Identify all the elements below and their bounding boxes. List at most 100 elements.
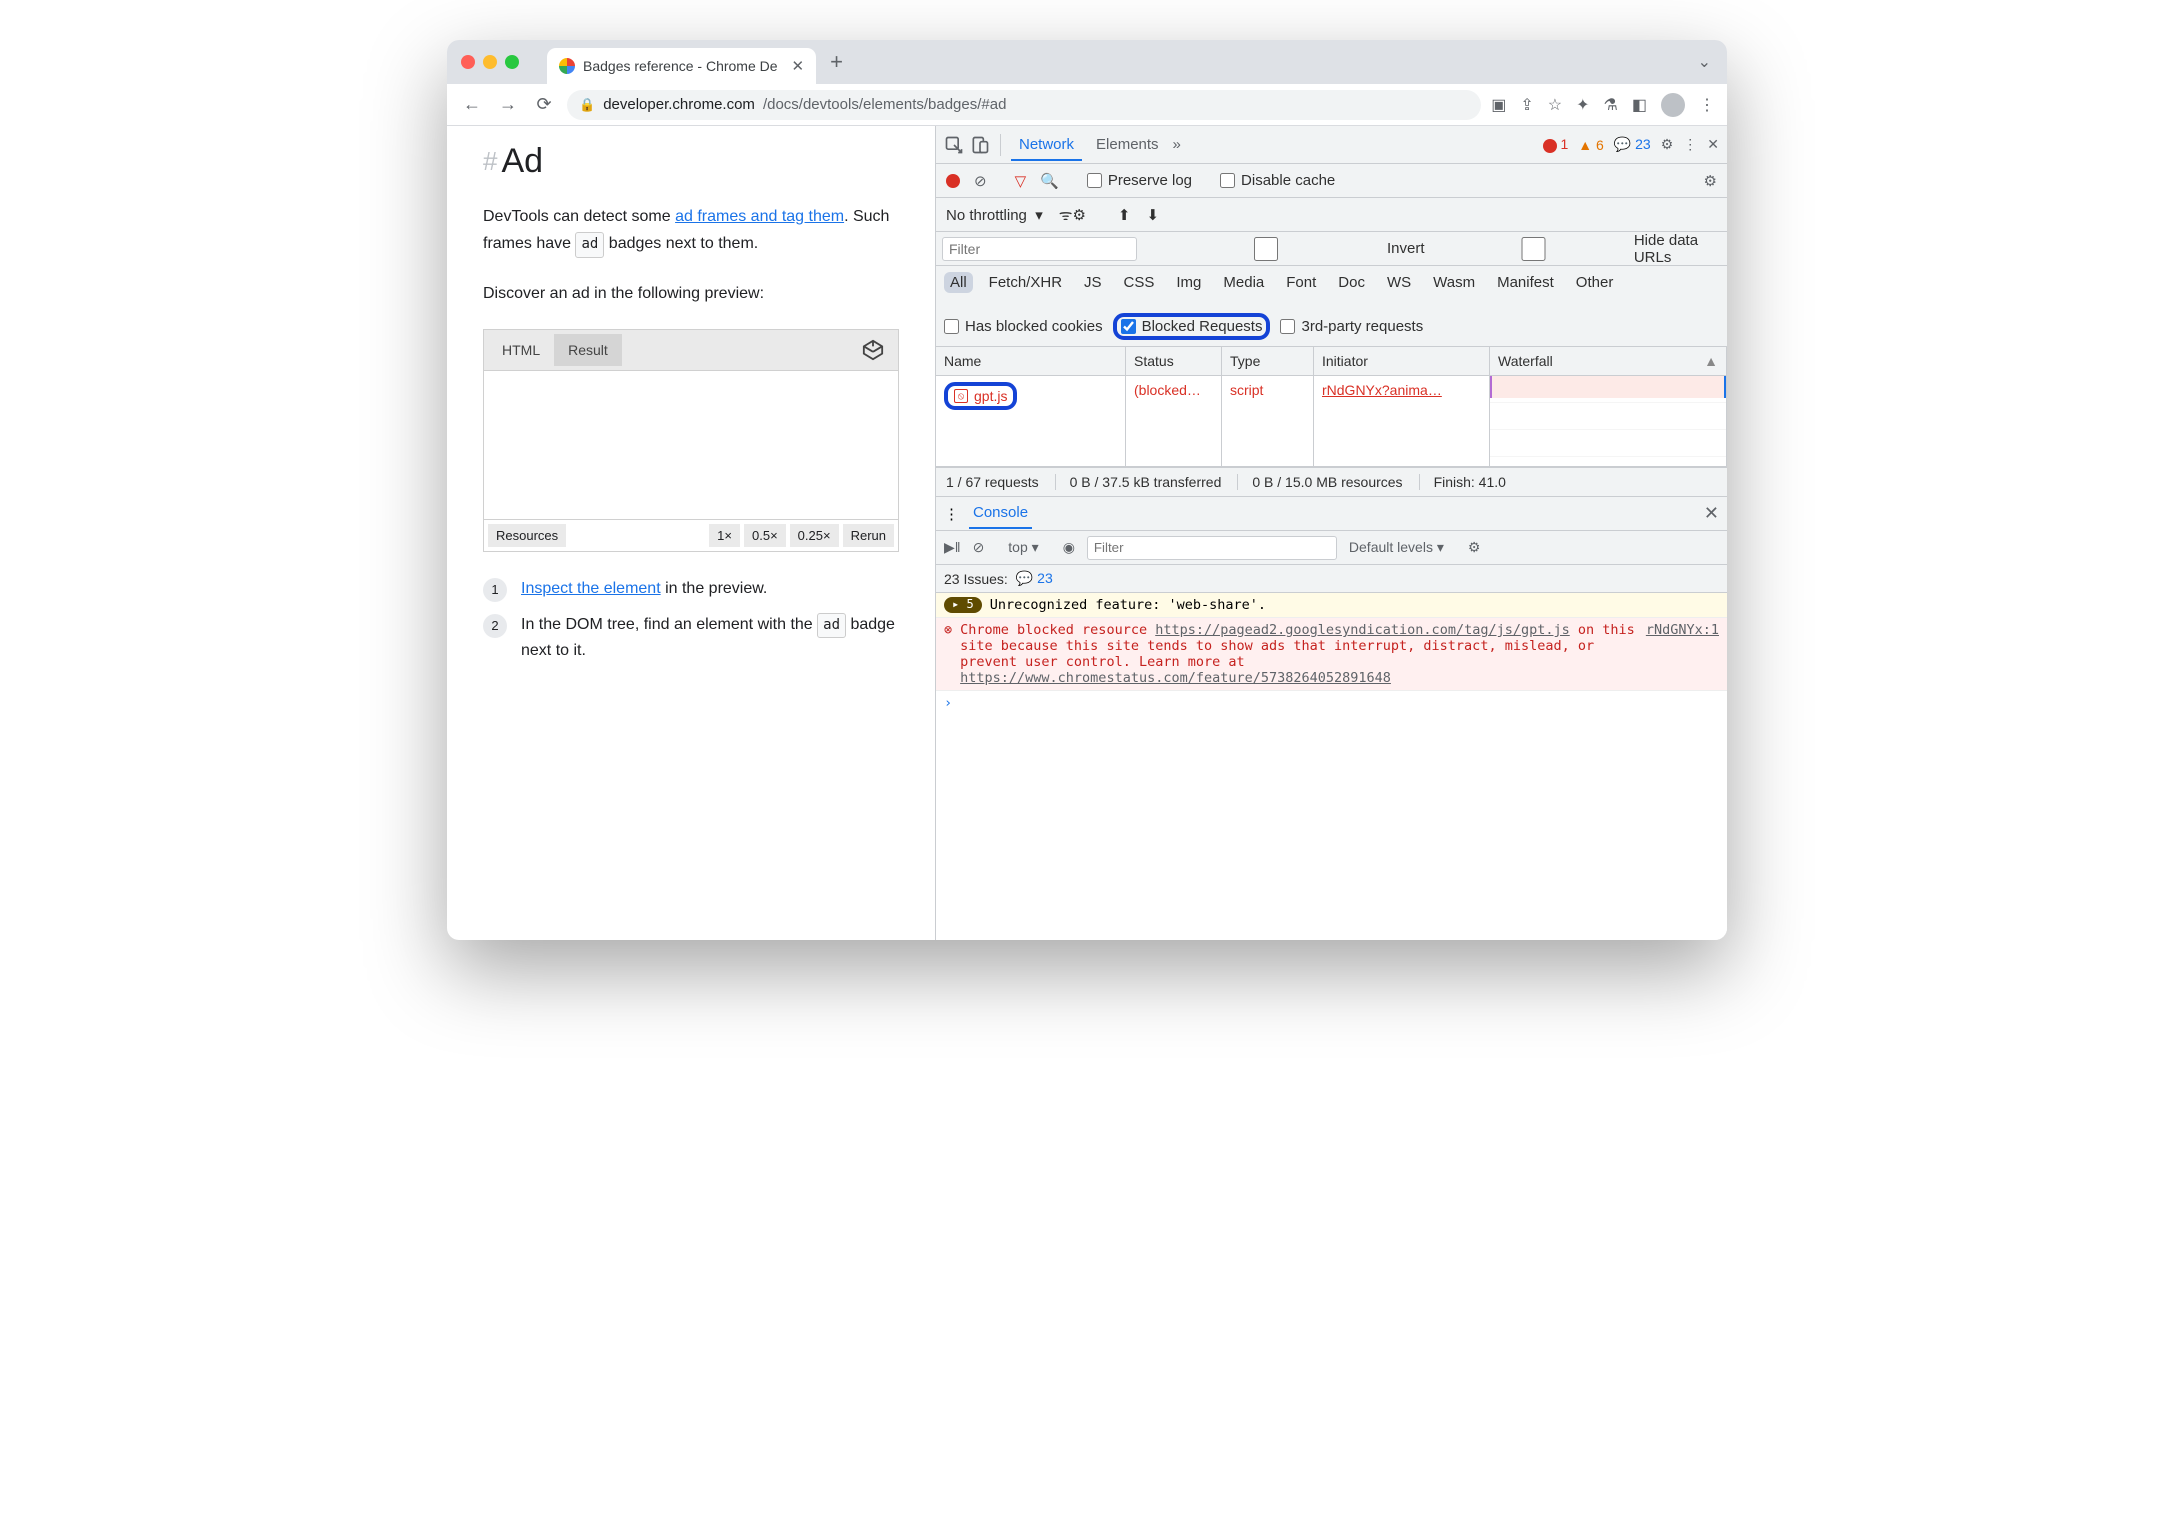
share-icon[interactable]: ⇪ <box>1520 95 1533 115</box>
console-prompt[interactable]: › <box>936 691 1727 715</box>
type-wasm[interactable]: Wasm <box>1427 272 1481 293</box>
address-bar[interactable]: 🔒 developer.chrome.com/docs/devtools/ele… <box>567 90 1481 120</box>
throttling-select[interactable]: No throttling ▾ <box>946 206 1043 224</box>
clear-console-icon[interactable]: ⊘ <box>973 539 985 556</box>
labs-icon[interactable]: ⚗ <box>1604 95 1618 115</box>
network-summary: 1 / 67 requests 0 B / 37.5 kB transferre… <box>936 467 1727 497</box>
search-icon[interactable]: 🔍 <box>1040 172 1059 190</box>
anchor-hash-icon[interactable]: # <box>483 146 497 177</box>
kebab-menu-icon[interactable]: ⋮ <box>1683 136 1697 153</box>
network-filter-input[interactable] <box>942 237 1137 261</box>
type-media[interactable]: Media <box>1217 272 1270 293</box>
col-name[interactable]: Name <box>936 347 1126 375</box>
close-drawer-icon[interactable]: ✕ <box>1704 503 1719 524</box>
tabs-overflow-icon[interactable]: ⌄ <box>1698 52 1711 72</box>
page-content: #Ad DevTools can detect some ad frames a… <box>447 126 935 940</box>
network-request-table: Name Status Type Initiator Waterfall ▲ ⦸… <box>936 347 1727 467</box>
issues-count[interactable]: 💬 23 <box>1016 570 1053 587</box>
console-warning-row[interactable]: ▸ 5 Unrecognized feature: 'web-share'. <box>936 593 1727 618</box>
preview-resources-button[interactable]: Resources <box>488 524 566 547</box>
message-count[interactable]: 💬 23 <box>1614 136 1651 153</box>
translate-icon[interactable]: ▣ <box>1491 95 1506 115</box>
col-waterfall[interactable]: Waterfall ▲ <box>1490 347 1727 375</box>
new-tab-button[interactable]: + <box>830 49 843 75</box>
col-initiator[interactable]: Initiator <box>1314 347 1490 375</box>
error-count[interactable]: 1 <box>1543 136 1569 152</box>
drawer-menu-icon[interactable]: ⋮ <box>944 505 959 523</box>
type-all[interactable]: All <box>944 272 973 293</box>
context-select[interactable]: top ▾ <box>1008 539 1038 556</box>
reload-button[interactable]: ⟳ <box>531 94 557 115</box>
preview-iframe[interactable] <box>484 370 898 520</box>
type-js[interactable]: JS <box>1078 272 1108 293</box>
url-domain: developer.chrome.com <box>603 96 755 113</box>
table-row[interactable]: ⦸gpt.js (blocked… script rNdGNYx?anima… <box>936 376 1727 466</box>
traffic-light-minimize[interactable] <box>483 55 497 69</box>
clear-icon[interactable]: ⊘ <box>974 172 987 190</box>
blocked-requests-checkbox[interactable]: Blocked Requests <box>1113 313 1271 340</box>
preview-tab-html[interactable]: HTML <box>488 334 554 366</box>
device-mode-icon[interactable] <box>970 135 990 155</box>
console-settings-icon[interactable]: ⚙ <box>1468 539 1481 556</box>
drawer-tab-console[interactable]: Console <box>969 498 1032 529</box>
preview-scale-1x[interactable]: 1× <box>709 524 740 547</box>
type-manifest[interactable]: Manifest <box>1491 272 1560 293</box>
error-source-link[interactable]: rNdGNYx:1 <box>1646 622 1719 686</box>
col-type[interactable]: Type <box>1222 347 1314 375</box>
blocked-request-icon: ⦸ <box>954 389 968 403</box>
type-other[interactable]: Other <box>1570 272 1620 293</box>
traffic-light-close[interactable] <box>461 55 475 69</box>
disable-cache-checkbox[interactable]: Disable cache <box>1220 172 1335 189</box>
console-filter-input[interactable] <box>1087 536 1337 560</box>
network-conditions-icon[interactable]: ᯤ⚙ <box>1059 205 1086 225</box>
upload-har-icon[interactable]: ⬆ <box>1118 206 1131 224</box>
type-font[interactable]: Font <box>1280 272 1322 293</box>
hide-data-urls-checkbox[interactable]: Hide data URLs <box>1439 232 1721 266</box>
preview-scale-05x[interactable]: 0.5× <box>744 524 786 547</box>
codepen-logo-icon[interactable] <box>862 339 884 361</box>
extensions-icon[interactable]: ✦ <box>1576 95 1589 115</box>
network-settings-icon[interactable]: ⚙ <box>1704 172 1717 190</box>
warning-count[interactable]: ▲ 6 <box>1578 137 1604 153</box>
type-img[interactable]: Img <box>1170 272 1207 293</box>
log-levels-select[interactable]: Default levels ▾ <box>1349 539 1444 556</box>
type-ws[interactable]: WS <box>1381 272 1417 293</box>
chrome-favicon-icon <box>559 58 575 74</box>
preview-scale-025x[interactable]: 0.25× <box>790 524 839 547</box>
forward-button[interactable]: → <box>495 94 521 115</box>
has-blocked-cookies-checkbox[interactable]: Has blocked cookies <box>944 318 1103 335</box>
invert-checkbox[interactable]: Invert <box>1151 237 1425 261</box>
filter-funnel-icon[interactable]: ▽ <box>1015 172 1027 190</box>
console-drawer: ⋮ Console ✕ ▶‖ ⊘ top ▾ ◉ Default levels … <box>936 497 1727 940</box>
console-sidebar-icon[interactable]: ▶‖ <box>944 539 961 556</box>
close-devtools-icon[interactable]: ✕ <box>1707 136 1719 153</box>
tab-network[interactable]: Network <box>1011 128 1082 161</box>
chrome-menu-icon[interactable]: ⋮ <box>1699 95 1715 115</box>
console-error-row[interactable]: ⊗ Chrome blocked resource https://pagead… <box>936 618 1727 691</box>
type-doc[interactable]: Doc <box>1332 272 1371 293</box>
type-fetch[interactable]: Fetch/XHR <box>983 272 1068 293</box>
col-status[interactable]: Status <box>1126 347 1222 375</box>
download-har-icon[interactable]: ⬇ <box>1146 206 1159 224</box>
type-css[interactable]: CSS <box>1118 272 1161 293</box>
preview-rerun-button[interactable]: Rerun <box>843 524 894 547</box>
ad-frames-link[interactable]: ad frames and tag them <box>675 208 844 225</box>
tab-elements[interactable]: Elements <box>1088 128 1167 161</box>
settings-gear-icon[interactable]: ⚙ <box>1661 136 1674 153</box>
preserve-log-checkbox[interactable]: Preserve log <box>1087 172 1192 189</box>
third-party-checkbox[interactable]: 3rd-party requests <box>1280 318 1423 335</box>
close-tab-icon[interactable]: ✕ <box>792 57 805 75</box>
more-tabs-icon[interactable]: » <box>1173 136 1181 153</box>
record-button[interactable] <box>946 174 960 188</box>
inspect-element-icon[interactable] <box>944 135 964 155</box>
bookmark-icon[interactable]: ☆ <box>1548 95 1562 115</box>
warning-repeat-badge: ▸ 5 <box>944 597 982 613</box>
inspect-element-link[interactable]: Inspect the element <box>521 580 661 597</box>
live-expression-icon[interactable]: ◉ <box>1063 539 1075 556</box>
preview-tab-result[interactable]: Result <box>554 334 622 366</box>
profile-avatar[interactable] <box>1661 93 1685 117</box>
back-button[interactable]: ← <box>459 94 485 115</box>
traffic-light-zoom[interactable] <box>505 55 519 69</box>
browser-tab[interactable]: Badges reference - Chrome De ✕ <box>547 48 816 84</box>
sidepanel-icon[interactable]: ◧ <box>1632 95 1647 115</box>
